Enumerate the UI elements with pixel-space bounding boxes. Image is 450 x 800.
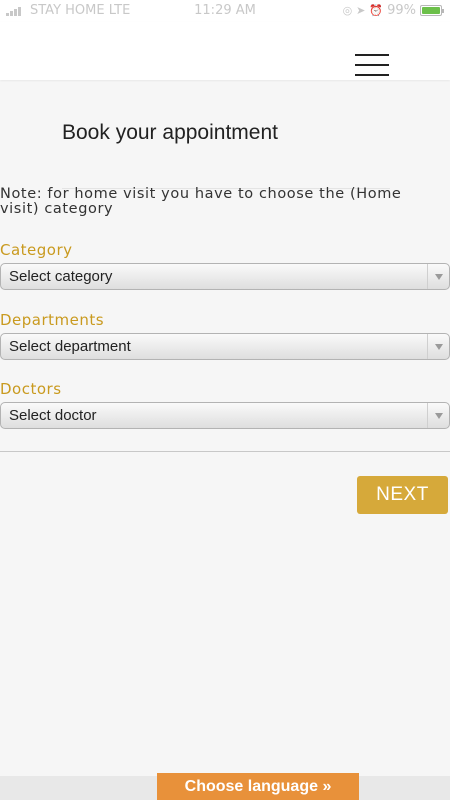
departments-label: Departments [0, 311, 105, 329]
next-button[interactable]: NEXT [357, 476, 448, 514]
chevron-down-icon [427, 403, 449, 428]
home-visit-note: Note: for home visit you have to choose … [0, 186, 402, 217]
status-bar: STAY HOME LTE 11:29 AM ◎ ➤ ⏰ 99% [0, 0, 450, 22]
doctors-label: Doctors [0, 380, 62, 398]
alarm-icon: ⏰ [369, 4, 384, 17]
doctor-select[interactable]: Select doctor [0, 402, 450, 429]
page-title: Book your appointment [62, 121, 278, 144]
battery-icon [420, 5, 444, 16]
chevron-down-icon [427, 264, 449, 289]
department-select-value: Select department [9, 338, 131, 355]
category-select[interactable]: Select category [0, 263, 450, 290]
hamburger-menu-icon[interactable] [355, 54, 389, 76]
category-label: Category [0, 241, 73, 259]
chevron-down-icon [427, 334, 449, 359]
location-arrow-icon: ➤ [356, 4, 366, 17]
battery-percent: 99% [387, 3, 416, 18]
top-header [0, 22, 450, 80]
lock-rotation-icon: ◎ [342, 4, 353, 17]
form-divider [0, 451, 450, 452]
choose-language-button[interactable]: Choose language » [157, 773, 359, 800]
doctor-select-value: Select doctor [9, 407, 97, 424]
category-select-value: Select category [9, 268, 113, 285]
department-select[interactable]: Select department [0, 333, 450, 360]
